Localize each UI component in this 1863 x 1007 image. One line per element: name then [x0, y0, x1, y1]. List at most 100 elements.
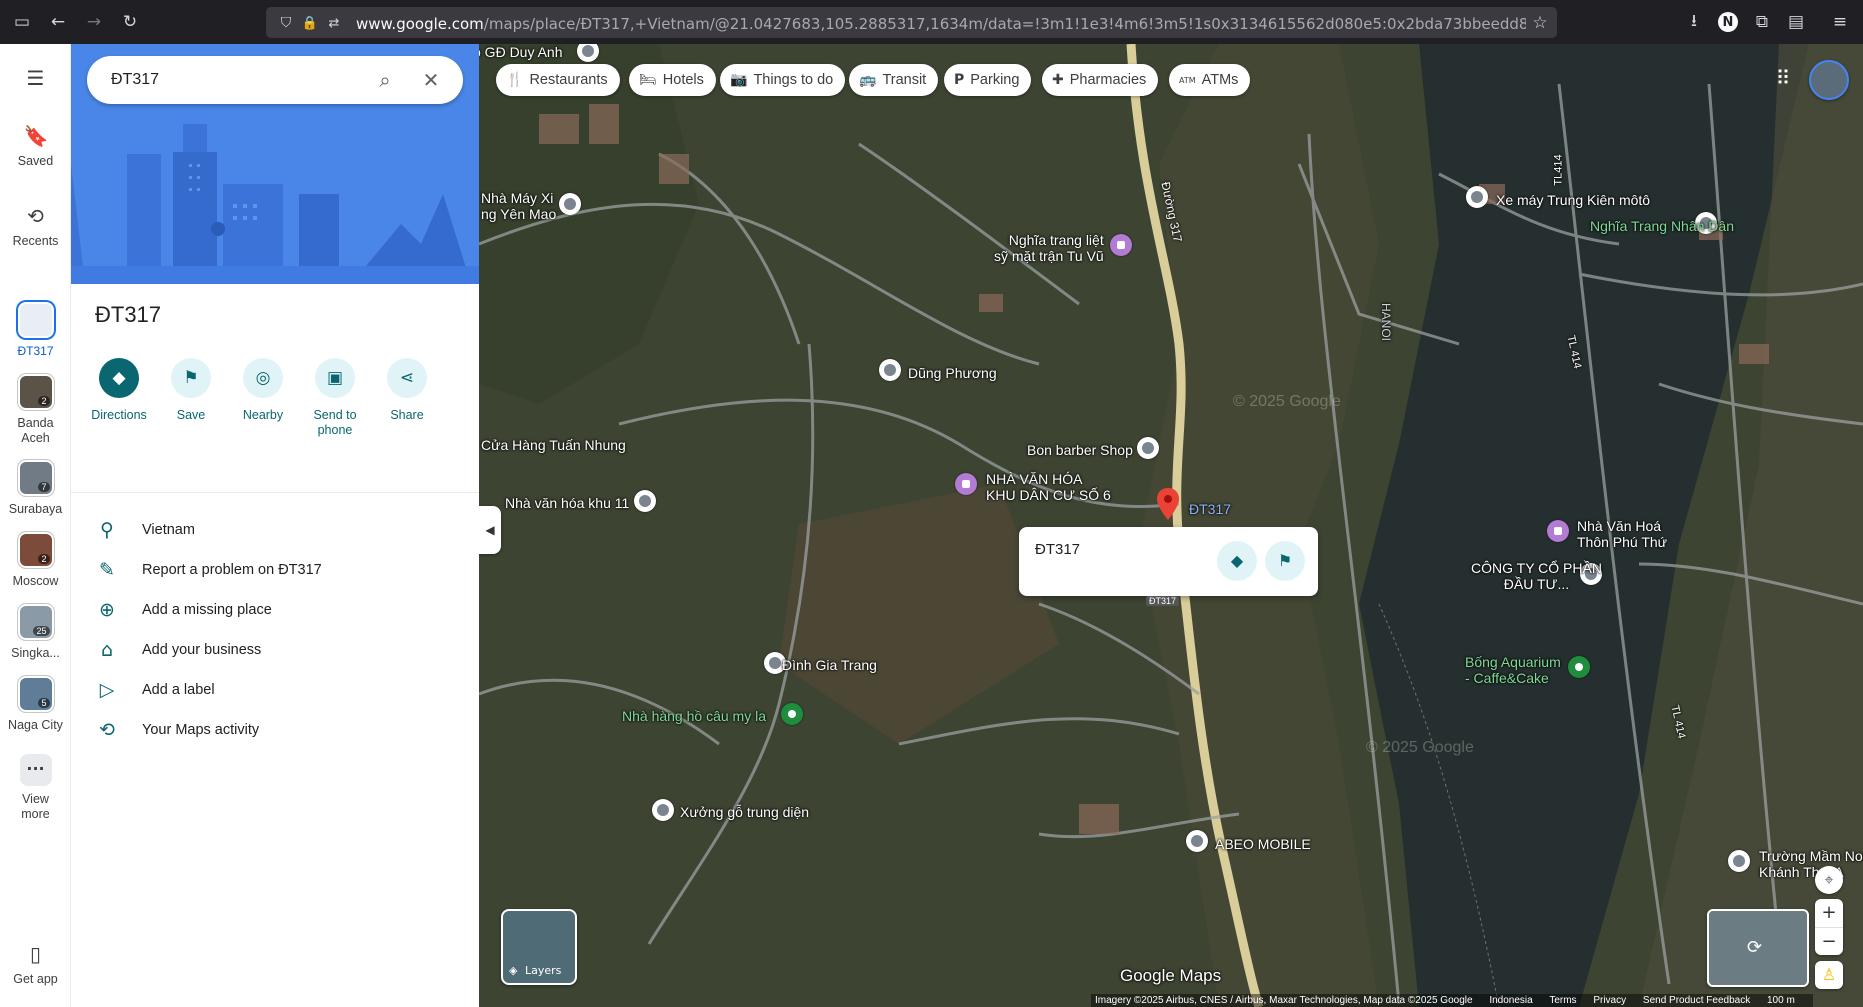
maps-activity-row[interactable]: ⟲ Your Maps activity — [71, 710, 479, 750]
app-menu-icon[interactable]: ≡ — [1830, 12, 1850, 32]
apps-grid-icon[interactable]: ⠿ — [1769, 64, 1797, 92]
search-box[interactable]: ⌕ ✕ — [87, 56, 463, 104]
save-button[interactable]: ⚑ Save — [155, 358, 227, 422]
directions-button[interactable]: ◆ Directions — [83, 358, 155, 422]
downloads-icon[interactable]: ⭳ — [1684, 11, 1704, 32]
poi-label[interactable]: Đình Gia Trang — [782, 657, 877, 673]
poi-label[interactable]: Nghĩa trang liệt sỹ mặt trận Tu Vũ — [994, 232, 1104, 264]
map-canvas[interactable]: 🍴 Restaurants 🛏 Hotels 📷 Things to do 🚌 Tran… — [479, 44, 1863, 1007]
avatar[interactable] — [1809, 60, 1849, 100]
extensions-icon[interactable]: ⧉ — [1752, 12, 1772, 32]
poi-label[interactable]: Xưởng gỗ trung diện — [680, 804, 809, 820]
poi-pin-school[interactable] — [1728, 850, 1750, 872]
poi-label[interactable]: Dũng Phương — [908, 365, 997, 381]
place-popup-card[interactable]: ĐT317 ◆ ⚑ — [1019, 527, 1318, 596]
zoom-out-icon[interactable]: − — [1815, 927, 1843, 955]
poi-pin-cafe[interactable] — [1568, 656, 1590, 678]
rail-view-more[interactable]: ··· View more — [0, 754, 71, 822]
poi-label[interactable]: Nhà Máy Xi ng Yên Mao — [481, 190, 556, 222]
chip-things-to-do[interactable]: 📷 Things to do — [720, 64, 846, 96]
add-missing-place-row[interactable]: ⊕ Add a missing place — [71, 590, 479, 630]
menu-button[interactable]: ☰ — [0, 66, 71, 96]
feedback-link[interactable]: Send Product Feedback — [1643, 995, 1750, 1006]
poi-label[interactable]: Nghĩa Trang Nhân Dân — [1590, 218, 1734, 234]
sidebar-toggle-icon[interactable]: ▭ — [12, 12, 32, 32]
chip-pharmacies[interactable]: ✚ Pharmacies — [1042, 64, 1159, 96]
poi-pin[interactable] — [559, 193, 581, 215]
poi-pin[interactable] — [634, 490, 656, 512]
poi-pin[interactable] — [1137, 437, 1159, 459]
permissions-icon[interactable]: ⇄ — [324, 13, 344, 33]
nearby-button[interactable]: ◎ Nearby — [227, 358, 299, 422]
account-icon[interactable]: N — [1718, 12, 1738, 32]
poi-label[interactable]: Xe máy Trung Kiên môtô — [1496, 192, 1650, 208]
poi-pin-community[interactable] — [955, 473, 977, 495]
url-text[interactable]: www.google.com/maps/place/ĐT317,+Vietnam… — [356, 15, 1526, 33]
rail-recent-singka[interactable]: 25 Singka... — [0, 604, 71, 660]
my-location-icon[interactable]: ⌖ — [1815, 866, 1843, 894]
popup-save-icon[interactable]: ⚑ — [1265, 541, 1305, 581]
send-to-phone-button[interactable]: ▣ Send to phone — [299, 358, 371, 438]
chip-restaurants[interactable]: 🍴 Restaurants — [496, 64, 620, 96]
popup-directions-icon[interactable]: ◆ — [1217, 541, 1257, 581]
poi-label[interactable]: Bon barber Shop — [1027, 442, 1133, 458]
rail-recent-naga-city[interactable]: 5 Naga City — [0, 676, 71, 732]
poi-pin-memorial[interactable] — [1110, 234, 1132, 256]
forward-icon[interactable]: → — [84, 12, 104, 32]
poi-pin-restaurant[interactable] — [781, 703, 803, 725]
add-business-row[interactable]: ⌂ Add your business — [71, 630, 479, 670]
reload-icon[interactable]: ↻ — [120, 12, 140, 32]
poi-pin-community[interactable] — [1547, 520, 1569, 542]
poi-label[interactable]: Nhà hàng hồ câu my la — [622, 708, 766, 724]
poi-label[interactable]: CÔNG TY CỔ PHẦN ĐẦU TƯ... — [1471, 560, 1602, 592]
chip-parking[interactable]: P Parking — [944, 64, 1032, 96]
rail-recent-surabaya[interactable]: 7 Surabaya — [0, 460, 71, 516]
back-icon[interactable]: ← — [48, 12, 68, 32]
search-input[interactable] — [111, 68, 351, 92]
bookmark-star-icon[interactable]: ☆ — [1530, 13, 1550, 33]
report-problem-row[interactable]: ✎ Report a problem on ĐT317 — [71, 550, 479, 590]
pegman-icon[interactable]: ♙ — [1815, 961, 1843, 989]
street-view-preview[interactable]: ⟳ — [1707, 909, 1809, 987]
address-bar[interactable]: ⛉ 🔒 ⇄ www.google.com/maps/place/ĐT317,+V… — [266, 7, 1557, 38]
collapse-panel-button[interactable]: ◀ — [479, 506, 501, 554]
shield-icon[interactable]: ⛉ — [276, 13, 296, 33]
selected-place-label[interactable]: ĐT317 — [1189, 501, 1231, 517]
terms-link[interactable]: Terms — [1549, 995, 1576, 1006]
poi-pin[interactable] — [1186, 830, 1208, 852]
poi-label[interactable]: Cửa Hàng Tuấn Nhung — [481, 437, 626, 453]
selected-place-marker[interactable] — [1157, 488, 1179, 520]
rail-recent-dt317[interactable]: ĐT317 — [0, 302, 71, 358]
poi-pin[interactable] — [1466, 186, 1488, 208]
poi-label[interactable]: o GĐ Duy Anh — [479, 44, 563, 60]
poi-label[interactable]: NHÀ VĂN HÓA KHU DÂN CƯ SỐ 6 — [986, 471, 1111, 503]
close-icon[interactable]: ✕ — [419, 68, 443, 92]
road-shield: ĐT317 — [1146, 596, 1180, 606]
region-link[interactable]: Indonesia — [1489, 995, 1532, 1006]
lock-icon[interactable]: 🔒 — [300, 13, 320, 33]
poi-label[interactable]: ABEO MOBILE — [1215, 836, 1311, 852]
search-icon[interactable]: ⌕ — [373, 68, 397, 92]
share-button[interactable]: ⋖ Share — [371, 358, 443, 422]
chip-hotels[interactable]: 🛏 Hotels — [629, 64, 716, 96]
rail-recents[interactable]: ⟲ Recents — [0, 204, 71, 248]
scale-bar[interactable]: 100 m — [1767, 995, 1795, 1006]
poi-label[interactable]: Nhà văn hóa khu 11 — [505, 495, 629, 511]
poi-pin[interactable] — [879, 359, 901, 381]
poi-label[interactable]: Bống Aquarium - Caffe&Cake — [1465, 654, 1561, 686]
privacy-link[interactable]: Privacy — [1593, 995, 1626, 1006]
rail-recent-banda-aceh[interactable]: 2 Banda Aceh — [0, 374, 71, 446]
chip-atms[interactable]: ATM ATMs — [1169, 64, 1251, 96]
layers-button[interactable]: ◈ Layers — [501, 909, 577, 985]
add-label-row[interactable]: ▷ Add a label — [71, 670, 479, 710]
reader-icon[interactable]: ▤ — [1786, 12, 1806, 32]
poi-pin[interactable] — [652, 799, 674, 821]
poi-label[interactable]: Trường Mầm Non Khánh Th... A — [1759, 848, 1863, 880]
zoom-in-icon[interactable]: + — [1815, 899, 1843, 927]
address-row[interactable]: ⚲ Vietnam — [71, 510, 479, 550]
poi-label[interactable]: Nhà Văn Hoá Thôn Phú Thứ — [1577, 518, 1667, 550]
rail-saved[interactable]: 🔖 Saved — [0, 124, 71, 168]
chip-transit[interactable]: 🚌 Transit — [849, 64, 939, 96]
rail-recent-moscow[interactable]: 2 Moscow — [0, 532, 71, 588]
rail-get-app[interactable]: ▯ Get app — [0, 942, 71, 986]
